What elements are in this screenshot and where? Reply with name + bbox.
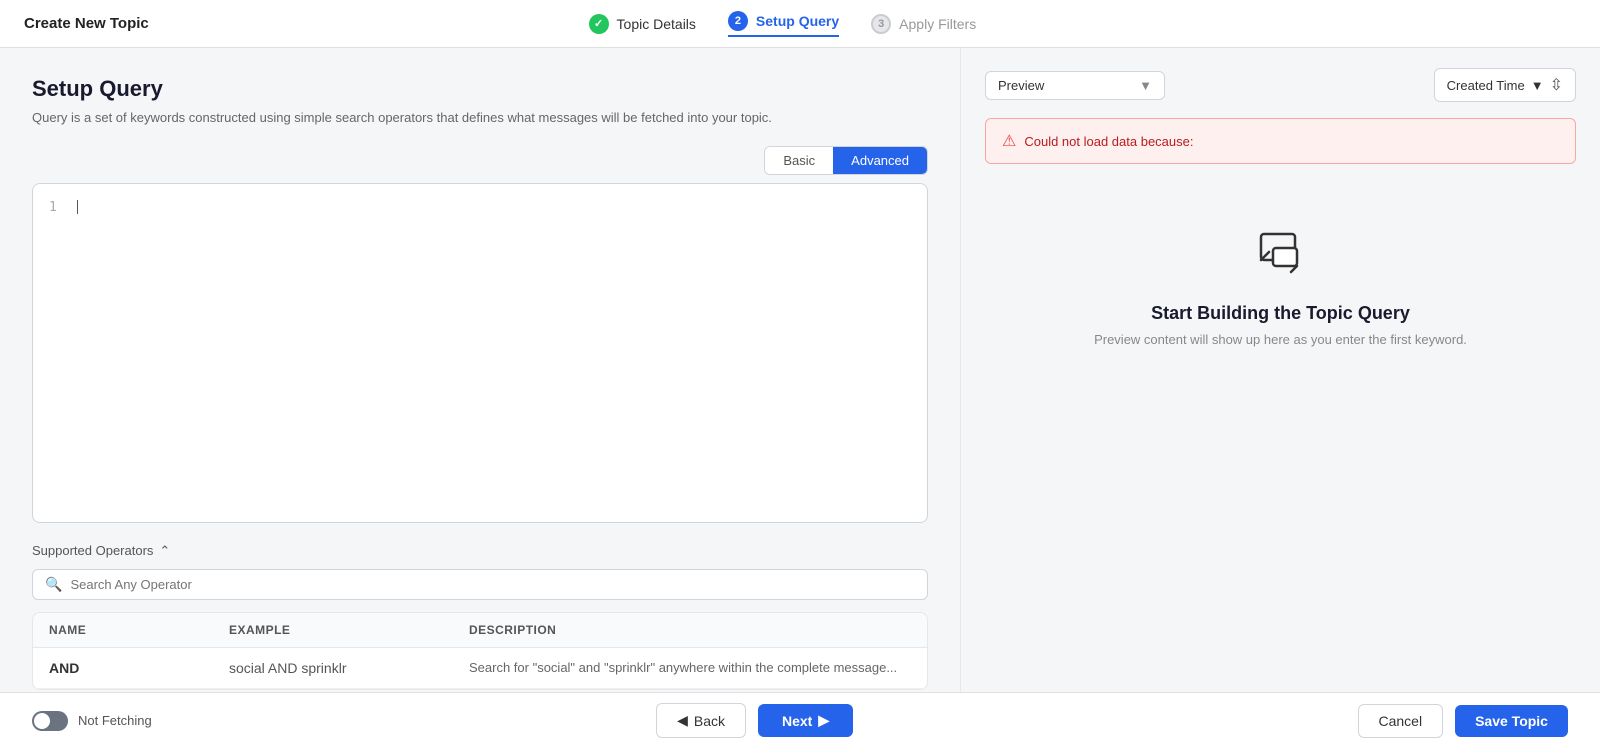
arrow-left-icon: ◀	[677, 712, 688, 729]
footer-center: ◀ Back Next ▶	[656, 703, 853, 738]
step-setup-query[interactable]: 2 Setup Query	[728, 11, 839, 37]
step-icon-pending: 3	[871, 14, 891, 34]
arrow-right-icon: ▶	[818, 712, 829, 729]
supported-operators-section: Supported Operators ⌃ 🔍 Name Example Des…	[32, 543, 928, 690]
preview-dropdown[interactable]: Preview ▼	[985, 71, 1165, 100]
steps-nav: ✓ Topic Details 2 Setup Query 3 Apply Fi…	[589, 11, 977, 37]
basic-mode-button[interactable]: Basic	[765, 147, 833, 174]
error-banner: ⚠ Could not load data because:	[985, 118, 1576, 164]
mode-toggle-group: Basic Advanced	[764, 146, 928, 175]
preview-empty-title: Start Building the Topic Query	[1151, 303, 1410, 324]
step-label-setup-query: Setup Query	[756, 13, 839, 29]
footer: Not Fetching ◀ Back Next ▶ Cancel Save T…	[0, 692, 1600, 748]
step-label-apply-filters: Apply Filters	[899, 16, 976, 32]
save-topic-button[interactable]: Save Topic	[1455, 705, 1568, 737]
footer-left: Not Fetching	[32, 711, 152, 731]
section-title: Setup Query	[32, 76, 928, 102]
step-icon-active: 2	[728, 11, 748, 31]
warning-icon: ⚠	[1002, 131, 1016, 151]
next-button[interactable]: Next ▶	[758, 704, 853, 737]
query-toolbar: Basic Advanced	[32, 146, 928, 175]
preview-toolbar: Preview ▼ Created Time ▼ ⇳	[985, 68, 1576, 102]
fetching-toggle[interactable]	[32, 711, 68, 731]
message-icon	[1253, 224, 1309, 283]
supported-ops-label: Supported Operators	[32, 543, 153, 558]
step-apply-filters[interactable]: 3 Apply Filters	[871, 14, 976, 34]
sort-dropdown[interactable]: Created Time ▼ ⇳	[1434, 68, 1576, 102]
toggle-label: Not Fetching	[78, 713, 152, 728]
right-panel: Preview ▼ Created Time ▼ ⇳ ⚠ Could not l…	[960, 48, 1600, 692]
back-button[interactable]: ◀ Back	[656, 703, 746, 738]
chevron-down-icon: ▼	[1139, 78, 1152, 93]
op-name: AND	[49, 660, 229, 676]
error-text: Could not load data because:	[1024, 134, 1193, 149]
step-icon-done: ✓	[589, 14, 609, 34]
query-editor[interactable]: 1	[32, 183, 928, 523]
footer-right: Cancel Save Topic	[1358, 704, 1568, 738]
search-icon: 🔍	[45, 576, 62, 593]
table-header-row: Name Example Description	[33, 613, 927, 648]
sort-label: Created Time	[1447, 78, 1525, 93]
step-label-topic-details: Topic Details	[617, 16, 696, 32]
cancel-button[interactable]: Cancel	[1358, 704, 1444, 738]
chevron-down-icon-sort: ▼	[1531, 78, 1544, 93]
supported-ops-toggle[interactable]: Supported Operators ⌃	[32, 543, 928, 559]
table-row: AND social AND sprinklr Search for "soci…	[33, 648, 927, 689]
col-header-name: Name	[49, 623, 229, 637]
preview-empty-desc: Preview content will show up here as you…	[1094, 332, 1467, 347]
page-title: Create New Topic	[24, 15, 149, 32]
advanced-mode-button[interactable]: Advanced	[833, 147, 927, 174]
main-content: Setup Query Query is a set of keywords c…	[0, 48, 1600, 692]
operator-search-box[interactable]: 🔍	[32, 569, 928, 600]
op-example: social AND sprinklr	[229, 660, 469, 676]
col-header-description: Description	[469, 623, 911, 637]
editor-cursor	[77, 200, 78, 214]
sort-icon: ⇳	[1550, 75, 1563, 95]
header: Create New Topic ✓ Topic Details 2 Setup…	[0, 0, 1600, 48]
chevron-up-icon: ⌃	[159, 543, 170, 559]
col-header-example: Example	[229, 623, 469, 637]
operators-table: Name Example Description AND social AND …	[32, 612, 928, 690]
step-topic-details[interactable]: ✓ Topic Details	[589, 14, 696, 34]
operator-search-input[interactable]	[70, 577, 915, 592]
left-panel: Setup Query Query is a set of keywords c…	[0, 48, 960, 692]
section-desc: Query is a set of keywords constructed u…	[32, 108, 928, 128]
line-number: 1	[49, 200, 57, 215]
preview-empty-state: Start Building the Topic Query Preview c…	[985, 184, 1576, 387]
op-description: Search for "social" and "sprinklr" anywh…	[469, 660, 911, 676]
preview-label: Preview	[998, 78, 1044, 93]
